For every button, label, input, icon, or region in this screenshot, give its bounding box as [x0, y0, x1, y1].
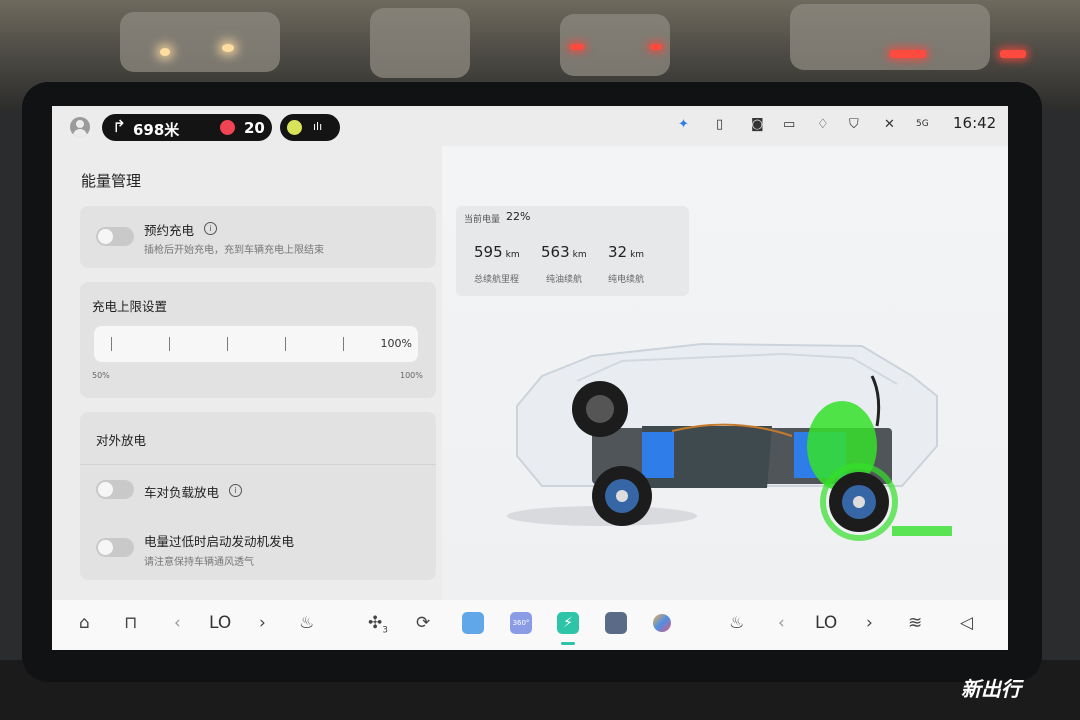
headlight: [160, 48, 170, 56]
slider-tick: [169, 337, 170, 351]
left-temperature[interactable]: LO: [209, 613, 231, 633]
temp-left-decrease[interactable]: ‹: [174, 613, 181, 633]
current-charge-label: 当前电量: [464, 215, 501, 225]
mute-icon[interactable]: ✕: [884, 117, 895, 132]
charge-limit-slider[interactable]: 100%: [94, 326, 418, 362]
low-battery-generate-label: 电量过低时启动发动机发电: [144, 534, 295, 549]
low-battery-generate-toggle[interactable]: [96, 538, 134, 557]
volume-icon[interactable]: ◁: [960, 613, 973, 633]
shield-icon[interactable]: ⛉: [849, 117, 859, 132]
navigation-pill[interactable]: ↱ 698米 20: [102, 114, 272, 141]
bottom-dock: ⌂ ⊓ ‹ LO › ♨ ✣3 ⟳ 360° ⚡ ♨ ‹ LO › ≋ ◁: [52, 600, 1008, 650]
record-icon: [220, 120, 235, 135]
defrost-icon[interactable]: ≋: [908, 613, 922, 633]
car-icon[interactable]: ⊓: [124, 613, 137, 633]
recirculation-icon[interactable]: ⟳: [416, 613, 430, 633]
audio-level-icon: ılı: [313, 120, 323, 133]
360-camera-app-icon[interactable]: 360°: [510, 612, 532, 634]
active-app-indicator: [561, 642, 575, 645]
electric-range-value: 32 km: [608, 243, 645, 261]
v2l-toggle[interactable]: [96, 480, 134, 499]
vehicle-chassis-illustration: [507, 342, 952, 541]
wifi-icon[interactable]: ◙: [751, 117, 764, 132]
taillight: [650, 44, 662, 50]
total-range-value: 595 km: [474, 243, 520, 261]
5g-signal-icon: 5G: [916, 119, 929, 129]
taillight: [1000, 50, 1026, 58]
info-icon[interactable]: i: [204, 222, 217, 235]
charge-limit-max: 100%: [400, 371, 423, 380]
watermark-logo: 新出行: [961, 677, 1021, 701]
taillight: [890, 50, 926, 58]
taillight: [570, 44, 584, 50]
energy-stats-card: 当前电量 22% 595 km 总续航里程 563 km 纯油续航 32 km 纯电续…: [456, 206, 689, 296]
low-battery-generate-desc: 请注意保持车辆通风透气: [144, 557, 254, 568]
slider-tick: [285, 337, 286, 351]
infotainment-screen: ↱ 698米 20 ılı ✦ ▯ ◙ ▭ ♢ ⛉ ✕ 5G 16:42 能量管…: [52, 106, 1008, 650]
bell-icon[interactable]: ♢: [817, 117, 829, 132]
record-count: 20: [244, 119, 265, 137]
clock: 16:42: [953, 114, 997, 132]
scheduled-charge-label: 预约充电: [144, 223, 195, 238]
background-car: [370, 8, 470, 78]
scheduled-charge-toggle[interactable]: [96, 227, 134, 246]
slider-tick: [111, 337, 112, 351]
seat-heat-icon[interactable]: ♨: [299, 613, 314, 633]
media-app-icon: [287, 120, 302, 135]
turn-right-icon: ↱: [112, 117, 127, 137]
right-temperature[interactable]: LO: [815, 613, 837, 633]
bluetooth-icon[interactable]: ✦: [678, 117, 689, 132]
scheduled-charge-card: 预约充电 i 插枪后开始充电，充到车辆充电上限结束: [80, 206, 436, 268]
media-pill[interactable]: ılı: [280, 114, 340, 141]
charge-limit-label: 充电上限设置: [92, 299, 168, 314]
current-charge-value: 22%: [506, 210, 531, 223]
electric-range-caption: 纯电续航: [608, 275, 645, 285]
page-title: 能量管理: [81, 172, 142, 190]
scheduled-charge-desc: 插枪后开始充电，充到车辆充电上限结束: [144, 245, 324, 256]
temp-left-increase[interactable]: ›: [259, 613, 266, 633]
camera-icon[interactable]: ▭: [783, 117, 795, 132]
charge-limit-min: 50%: [92, 371, 110, 380]
energy-app-icon[interactable]: ⚡: [557, 612, 579, 634]
phone-icon[interactable]: ▯: [716, 117, 723, 132]
temp-right-decrease[interactable]: ‹: [778, 613, 785, 633]
v2l-label: 车对负载放电: [144, 485, 220, 500]
fuel-range-value: 563 km: [541, 243, 587, 261]
slider-tick: [227, 337, 228, 351]
discharge-title: 对外放电: [96, 433, 147, 448]
temp-right-increase[interactable]: ›: [866, 613, 873, 633]
nav-distance: 698米: [133, 121, 180, 139]
seat-heat-right-icon[interactable]: ♨: [729, 613, 744, 633]
assistant-app-icon[interactable]: [653, 614, 671, 632]
background-car: [120, 12, 280, 72]
navigation-app-icon[interactable]: [462, 612, 484, 634]
user-avatar-icon[interactable]: [70, 117, 90, 137]
slider-tick: [343, 337, 344, 351]
total-range-caption: 总续航里程: [474, 275, 520, 285]
status-bar: ↱ 698米 20 ılı ✦ ▯ ◙ ▭ ♢ ⛉ ✕ 5G 16:42: [52, 106, 1008, 148]
divider: [80, 464, 436, 465]
home-icon[interactable]: ⌂: [79, 613, 90, 633]
info-icon[interactable]: i: [229, 484, 242, 497]
background-car: [790, 4, 990, 70]
apps-grid-icon[interactable]: [605, 612, 627, 634]
fan-icon[interactable]: ✣3: [368, 613, 388, 635]
fuel-range-caption: 纯油续航: [546, 275, 583, 285]
fan-level: 3: [382, 625, 388, 636]
headlight: [222, 44, 234, 52]
charge-limit-value: 100%: [380, 337, 412, 350]
